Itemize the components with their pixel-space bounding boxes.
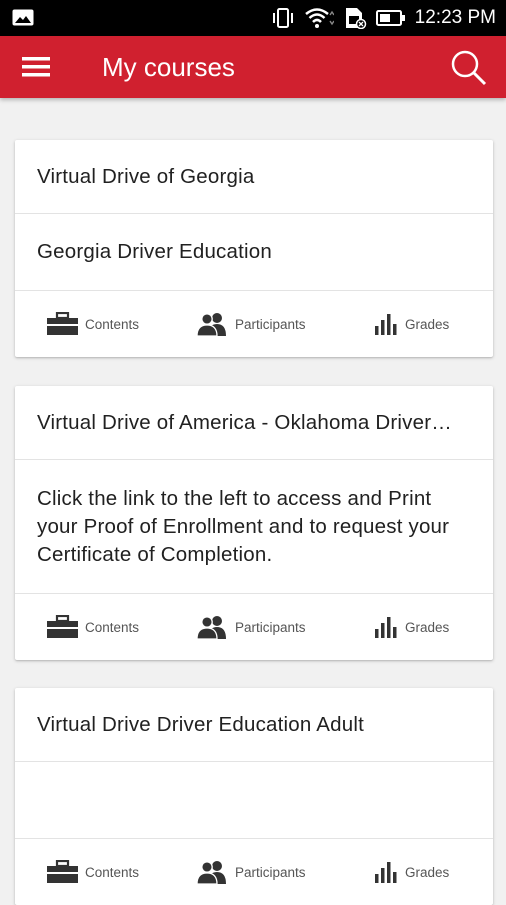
course-summary (15, 762, 493, 839)
grades-label: Grades (405, 316, 450, 332)
course-summary: Georgia Driver Education (15, 214, 493, 291)
battery-icon (375, 8, 406, 28)
course-summary: Click the link to the left to access and… (15, 460, 493, 594)
contents-button[interactable]: Contents (47, 291, 139, 357)
hamburger-menu-icon[interactable] (18, 52, 54, 82)
contents-label: Contents (85, 316, 140, 332)
app-bar: My courses (0, 36, 506, 98)
course-actions: Contents Participants Grades (15, 291, 493, 357)
course-card[interactable]: Virtual Drive of Georgia Georgia Driver … (15, 140, 493, 357)
course-card[interactable]: Virtual Drive of America - Oklahoma Driv… (15, 386, 493, 660)
search-icon[interactable] (450, 49, 488, 87)
bar-chart-icon (374, 313, 398, 335)
participants-button[interactable]: Participants (197, 291, 306, 357)
people-icon (197, 312, 228, 336)
course-card[interactable]: Virtual Drive Driver Education Adult Con… (15, 688, 493, 905)
course-title[interactable]: Virtual Drive Driver Education Adult (15, 688, 493, 762)
contents-label: Contents (85, 619, 140, 635)
people-icon (197, 615, 228, 639)
contents-label: Contents (85, 864, 140, 880)
course-actions: Contents Participants Grades (15, 594, 493, 660)
clock: 12:23 PM (414, 7, 496, 28)
wifi-icon (304, 7, 334, 29)
page-title: My courses (102, 52, 235, 82)
grades-button[interactable]: Grades (374, 594, 449, 660)
briefcase-icon (47, 860, 78, 884)
bar-chart-icon (374, 616, 398, 638)
people-icon (197, 860, 228, 884)
course-title[interactable]: Virtual Drive of America - Oklahoma Driv… (15, 386, 493, 460)
vibrate-icon (271, 7, 295, 29)
grades-label: Grades (405, 864, 450, 880)
briefcase-icon (47, 312, 78, 336)
participants-label: Participants (235, 316, 306, 332)
bar-chart-icon (374, 861, 398, 883)
participants-label: Participants (235, 619, 306, 635)
contents-button[interactable]: Contents (47, 594, 139, 660)
course-actions: Contents Participants Grades (15, 839, 493, 905)
course-title[interactable]: Virtual Drive of Georgia (15, 140, 493, 214)
grades-label: Grades (405, 619, 450, 635)
status-bar: 12:23 PM (0, 0, 506, 36)
grades-button[interactable]: Grades (374, 291, 449, 357)
participants-button[interactable]: Participants (197, 594, 306, 660)
contents-button[interactable]: Contents (47, 839, 139, 905)
briefcase-icon (47, 615, 78, 639)
image-icon (12, 9, 34, 26)
sim-icon (343, 7, 367, 29)
grades-button[interactable]: Grades (374, 839, 449, 905)
participants-button[interactable]: Participants (197, 839, 306, 905)
participants-label: Participants (235, 864, 306, 880)
